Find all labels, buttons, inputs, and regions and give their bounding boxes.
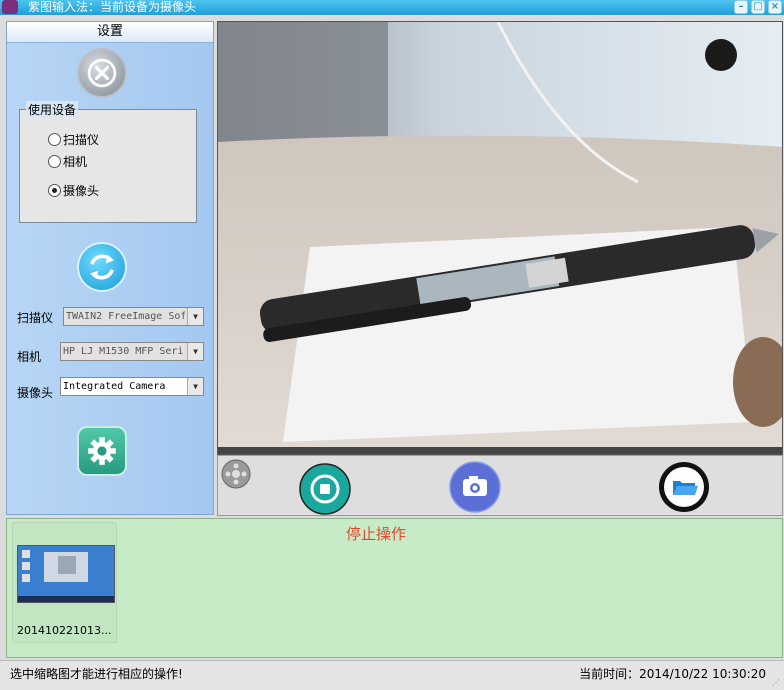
camera-select[interactable]: HP LJ M1530 MFP Seri ▼ <box>60 342 204 361</box>
scanner-label: 扫描仪 <box>17 311 54 325</box>
device-groupbox: 使用设备 扫描仪 相机 摄像头 <box>19 101 197 223</box>
refresh-icon <box>90 254 114 280</box>
time-label: 当前时间： <box>579 667 640 681</box>
webcam-select-value: Integrated Camera <box>63 381 166 392</box>
gear-icon <box>88 437 116 465</box>
device-group-legend: 使用设备 <box>26 101 79 118</box>
status-hint: 选中缩略图才能进行相应的操作! <box>10 667 183 681</box>
radio-label: 扫描仪 <box>63 133 100 147</box>
close-circle-icon <box>87 58 117 88</box>
resize-grip-icon[interactable]: ⋰ <box>772 678 782 688</box>
maximize-button[interactable]: □ <box>751 0 765 14</box>
radio-button[interactable] <box>48 155 61 168</box>
scanner-select-value: TWAIN2 FreeImage Sof <box>66 311 185 322</box>
settings-button[interactable] <box>77 426 127 476</box>
open-folder-button[interactable] <box>658 461 710 513</box>
current-time: 当前时间：2014/10/22 10:30:20 <box>579 665 766 682</box>
camera-select-value: HP LJ M1530 MFP Seri <box>63 346 184 357</box>
film-reel-button[interactable] <box>220 458 252 490</box>
camera-label: 相机 <box>17 350 42 364</box>
radio-label: 相机 <box>63 155 88 169</box>
thumbnail-item[interactable]: 201410221013... <box>12 522 117 643</box>
radio-scanner[interactable]: 扫描仪 <box>48 132 99 148</box>
camera-icon <box>449 461 501 513</box>
thumbnail-caption: 201410221013... <box>17 624 112 637</box>
refresh-button[interactable] <box>77 242 127 292</box>
radio-camera[interactable]: 相机 <box>48 154 87 170</box>
chevron-down-icon[interactable]: ▼ <box>187 378 203 395</box>
radio-webcam[interactable]: 摄像头 <box>48 183 99 199</box>
webcam-label: 摄像头 <box>17 386 54 400</box>
thumbnail-area: 停止操作 201410221013... <box>6 518 783 658</box>
app-logo-icon <box>2 0 18 14</box>
operation-status: 停止操作 <box>346 525 407 543</box>
scanner-select[interactable]: TWAIN2 FreeImage Sof ▼ <box>63 307 204 326</box>
chevron-down-icon[interactable]: ▼ <box>187 308 203 325</box>
close-button[interactable]: × <box>768 0 782 14</box>
capture-button[interactable] <box>449 461 501 513</box>
webcam-select[interactable]: Integrated Camera ▼ <box>60 377 204 396</box>
radio-button[interactable] <box>48 133 61 146</box>
time-value: 2014/10/22 10:30:20 <box>639 667 766 681</box>
chevron-down-icon[interactable]: ▼ <box>187 343 203 360</box>
minimize-button[interactable]: – <box>734 0 748 14</box>
film-reel-icon <box>221 459 251 489</box>
settings-header: 设置 <box>7 22 213 43</box>
camera-frame-image <box>218 22 782 454</box>
radio-label: 摄像头 <box>63 184 100 198</box>
close-device-button[interactable] <box>77 48 127 98</box>
stop-button[interactable] <box>299 463 351 515</box>
folder-icon <box>659 462 709 512</box>
status-bar: 选中缩略图才能进行相应的操作! 当前时间：2014/10/22 10:30:20… <box>0 660 784 690</box>
title-bar: 紫图输入法：当前设备为摄像头 – □ × <box>0 0 784 15</box>
radio-button[interactable] <box>48 184 61 197</box>
settings-panel: 设置 使用设备 扫描仪 相机 摄像头 扫描仪 TWAIN2 FreeImage … <box>6 21 214 515</box>
thumbnail-image <box>17 545 115 603</box>
stop-icon <box>299 463 351 515</box>
window-title: 紫图输入法：当前设备为摄像头 <box>28 0 197 14</box>
capture-toolbar <box>217 455 783 516</box>
camera-preview[interactable] <box>217 21 783 455</box>
